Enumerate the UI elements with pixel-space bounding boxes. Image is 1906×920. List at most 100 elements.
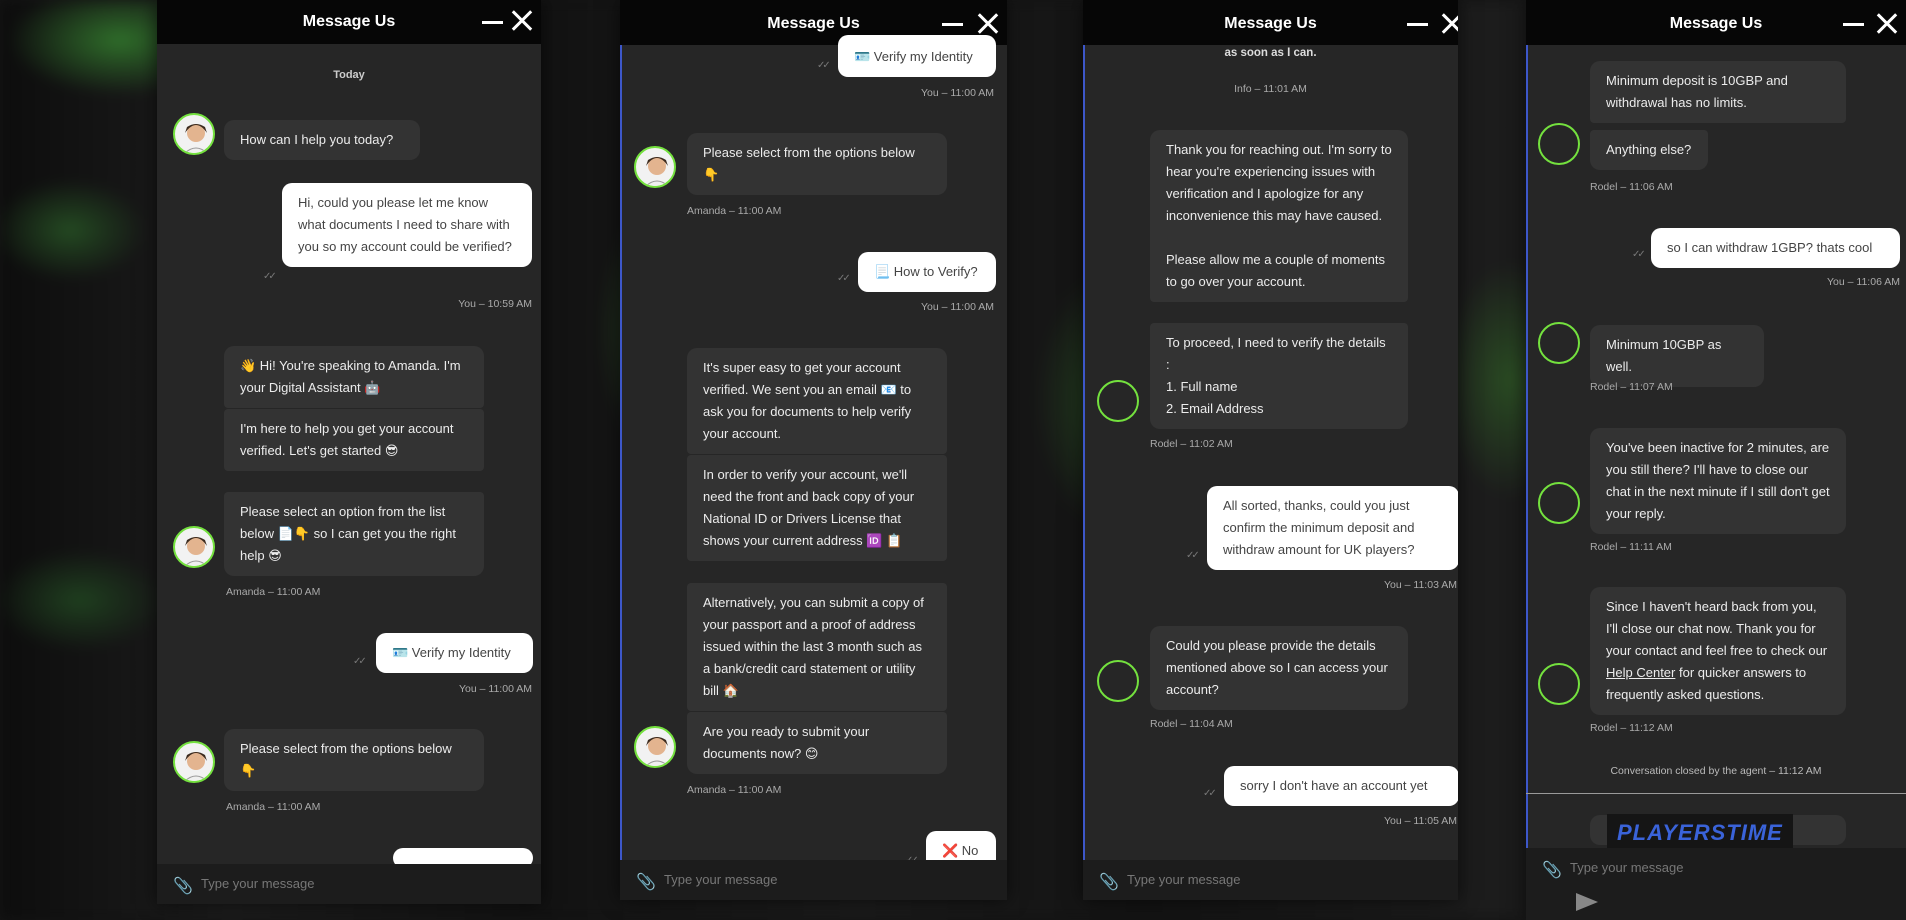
message-input-bar: 📎 Type your message: [1526, 848, 1906, 920]
message-input[interactable]: Type your message: [201, 876, 314, 891]
attachment-icon[interactable]: 📎: [173, 876, 193, 896]
attachment-icon[interactable]: 📎: [636, 872, 656, 892]
chat-header: Message Us: [157, 0, 541, 44]
user-message[interactable]: 📃 How to Verify?: [858, 252, 996, 292]
close-icon[interactable]: [511, 10, 533, 32]
agent-message: To proceed, I need to verify the details…: [1150, 323, 1408, 429]
conversation-closed-notice: Conversation closed by the agent – 11:12…: [1610, 765, 1822, 777]
agent-avatar: [173, 113, 215, 155]
chat-body: Today How can I help you today? ✓✓ Hi, c…: [157, 45, 541, 904]
read-receipt-icon: ✓✓: [837, 273, 851, 284]
read-receipt-icon: ✓✓: [263, 271, 277, 282]
chat-body: Minimum deposit is 10GBP and withdrawal …: [1526, 45, 1906, 920]
agent-message: It's super easy to get your account veri…: [687, 348, 947, 454]
agent-message-text: 1. Full name: [1166, 379, 1238, 394]
send-icon[interactable]: [1576, 893, 1598, 911]
message-input[interactable]: Type your message: [1570, 860, 1683, 875]
message-meta: Rodel – 11:06 AM: [1590, 181, 1673, 193]
agent-avatar: [1097, 660, 1139, 702]
message-input-bar: 📎 Type your message: [157, 864, 541, 904]
agent-avatar: [1538, 322, 1580, 364]
message-meta: Rodel – 11:04 AM: [1150, 718, 1233, 730]
agent-avatar: [173, 526, 215, 568]
minimize-icon[interactable]: [1843, 23, 1864, 26]
agent-avatar: [1097, 380, 1139, 422]
agent-message: In order to verify your account, we'll n…: [687, 455, 947, 561]
message-meta: Amanda – 11:00 AM: [687, 784, 782, 796]
agent-message: Since I haven't heard back from you, I'l…: [1590, 587, 1846, 715]
message-meta: You – 11:06 AM: [1827, 276, 1900, 288]
agent-message: Minimum deposit is 10GBP and withdrawal …: [1590, 61, 1846, 123]
divider: [1526, 793, 1906, 794]
message-meta: Amanda – 11:00 AM: [226, 586, 321, 598]
message-input-bar: 📎 Type your message: [620, 860, 1007, 900]
message-meta: You – 11:00 AM: [921, 87, 994, 99]
chat-window-1: Message Us Today How can I help you toda…: [157, 0, 541, 904]
agent-avatar: [1538, 482, 1580, 524]
agent-message-text: 2. Email Address: [1166, 401, 1264, 416]
message-input-bar: 📎 Type your message: [1083, 860, 1458, 900]
attachment-icon[interactable]: 📎: [1099, 872, 1119, 892]
message-input[interactable]: Type your message: [664, 872, 777, 887]
agent-avatar: [1538, 123, 1580, 165]
message-meta: Rodel – 11:11 AM: [1590, 541, 1672, 553]
message-meta: Amanda – 11:00 AM: [687, 205, 782, 217]
date-separator: Today: [333, 69, 365, 81]
attachment-icon[interactable]: 📎: [1542, 860, 1562, 880]
agent-message: Anything else?: [1590, 130, 1708, 170]
agent-message: You've been inactive for 2 minutes, are …: [1590, 428, 1846, 534]
agent-message: Please select from the options below 👇: [687, 133, 947, 195]
message-meta: You – 11:05 AM: [1384, 815, 1457, 827]
agent-avatar: [634, 146, 676, 188]
message-meta: You – 11:00 AM: [921, 301, 994, 313]
chat-body: as soon as I can. Info – 11:01 AM Thank …: [1083, 45, 1458, 900]
read-receipt-icon: ✓✓: [817, 60, 831, 71]
system-message-tail: as soon as I can.: [1224, 47, 1317, 59]
read-receipt-icon: ✓✓: [1632, 249, 1646, 260]
message-meta: Info – 11:01 AM: [1234, 83, 1307, 95]
user-message: so I can withdraw 1GBP? thats cool: [1651, 228, 1900, 268]
chat-window-3: Message Us as soon as I can. Info – 11:0…: [1083, 0, 1458, 900]
minimize-icon[interactable]: [1407, 23, 1428, 26]
close-icon[interactable]: [1441, 13, 1458, 35]
message-meta: Amanda – 11:00 AM: [226, 801, 321, 813]
help-center-link[interactable]: Help Center: [1606, 665, 1675, 680]
user-message: sorry I don't have an account yet: [1224, 766, 1458, 806]
agent-message: Alternatively, you can submit a copy of …: [687, 583, 947, 711]
message-meta: Rodel – 11:12 AM: [1590, 722, 1673, 734]
close-icon[interactable]: [1876, 13, 1898, 35]
agent-avatar: [1538, 663, 1580, 705]
agent-message: Thank you for reaching out. I'm sorry to…: [1150, 130, 1408, 302]
agent-message: Minimum 10GBP as well.: [1590, 325, 1764, 387]
agent-message-text: Since I haven't heard back from you, I'l…: [1606, 599, 1828, 658]
agent-message: Are you ready to submit your documents n…: [687, 712, 947, 774]
message-input[interactable]: Type your message: [1127, 872, 1240, 887]
close-icon[interactable]: [977, 13, 999, 35]
agent-message-text: Please allow me a couple of moments to g…: [1166, 252, 1385, 289]
user-message: Hi, could you please let me know what do…: [282, 183, 532, 267]
read-receipt-icon: ✓✓: [1186, 550, 1200, 561]
agent-message: I'm here to help you get your account ve…: [224, 409, 484, 471]
user-message[interactable]: 🪪 Verify my Identity: [376, 633, 533, 673]
read-receipt-icon: ✓✓: [353, 656, 367, 667]
message-meta: Rodel – 11:02 AM: [1150, 438, 1233, 450]
chat-window-4: Message Us Minimum deposit is 10GBP and …: [1526, 0, 1906, 920]
minimize-icon[interactable]: [942, 23, 963, 26]
chat-window-2: Message Us 🪪 Verify my Identity ✓✓ You –…: [620, 0, 1007, 900]
agent-message-text: To proceed, I need to verify the details…: [1166, 335, 1386, 372]
playerstime-logo: PLAYERSTIME: [1607, 814, 1793, 852]
chat-body: 🪪 Verify my Identity ✓✓ You – 11:00 AM P…: [620, 35, 1007, 900]
message-meta: You – 11:03 AM: [1384, 579, 1457, 591]
agent-message-text: Thank you for reaching out. I'm sorry to…: [1166, 142, 1392, 223]
chat-header: Message Us: [1083, 0, 1458, 45]
chat-header: Message Us: [1526, 0, 1906, 45]
agent-avatar: [634, 726, 676, 768]
user-message[interactable]: 🪪 Verify my Identity: [838, 35, 996, 77]
minimize-icon[interactable]: [482, 21, 503, 24]
message-meta: You – 10:59 AM: [458, 298, 532, 310]
message-meta: Rodel – 11:07 AM: [1590, 381, 1673, 393]
user-message: All sorted, thanks, could you just confi…: [1207, 486, 1458, 570]
agent-message: How can I help you today?: [224, 120, 420, 160]
agent-avatar: [173, 741, 215, 783]
agent-message: 👋 Hi! You're speaking to Amanda. I'm you…: [224, 346, 484, 408]
